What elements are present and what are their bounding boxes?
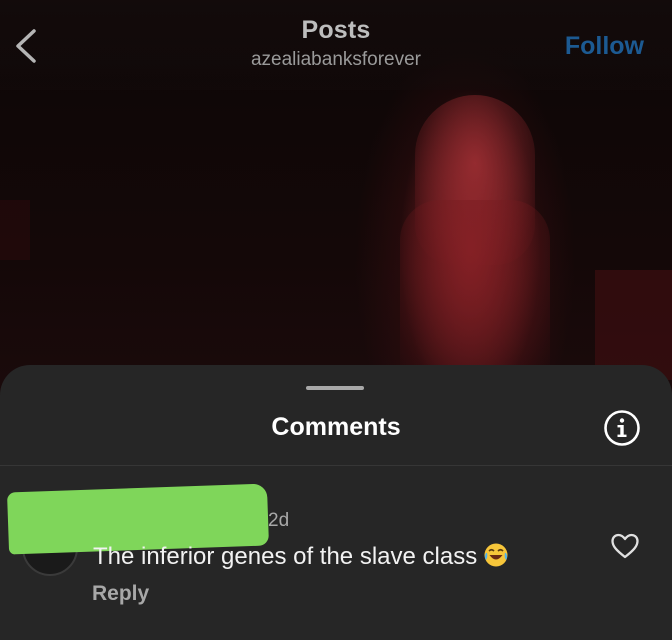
comment-text: The inferior genes of the slave class (93, 543, 478, 570)
laughing-emoji-icon (483, 542, 509, 568)
heart-icon[interactable] (610, 532, 640, 560)
info-icon[interactable] (603, 409, 641, 447)
follow-button[interactable]: Follow (565, 32, 644, 61)
photo-figure-body (400, 200, 550, 380)
comments-sheet: Comments 2d The inferior genes of the sl… (0, 365, 672, 640)
comments-title: Comments (271, 413, 401, 441)
top-bar: Posts azealiabanksforever Follow (0, 0, 672, 90)
photo-background-object (595, 270, 672, 380)
photo-shadow (0, 200, 30, 260)
comment-text-row: The inferior genes of the slave class (93, 542, 509, 571)
comment-item: 2d The inferior genes of the slave class… (0, 466, 672, 640)
sheet-drag-handle[interactable] (306, 386, 364, 390)
reply-button[interactable]: Reply (92, 582, 149, 606)
comment-time: 2d (268, 510, 290, 531)
